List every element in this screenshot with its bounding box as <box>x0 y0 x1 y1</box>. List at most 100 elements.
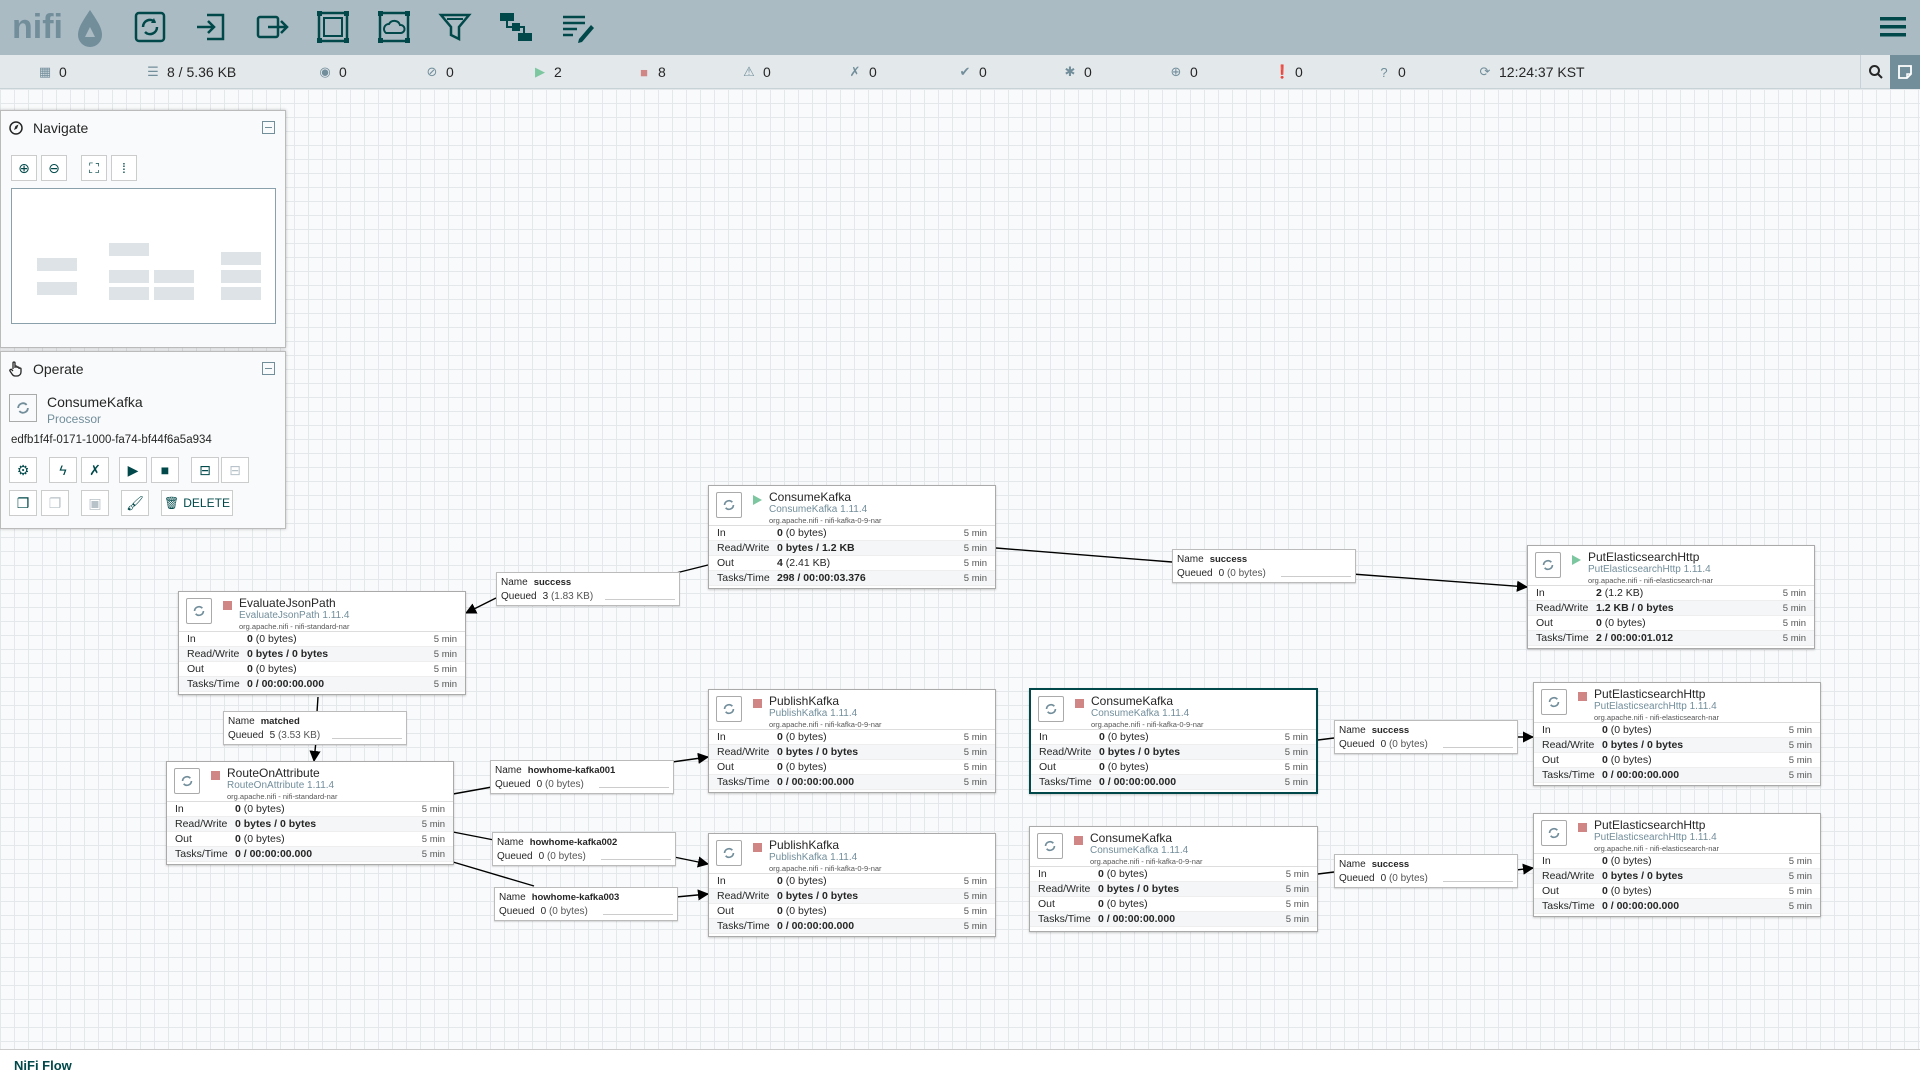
process-group-tool-button[interactable] <box>311 6 355 48</box>
copy-button[interactable]: ❐ <box>9 490 37 516</box>
birdseye-view[interactable] <box>11 188 276 324</box>
zoom-out-button[interactable]: ⊖ <box>41 155 67 181</box>
processor-bundle: org.apache.nifi - nifi-standard-nar <box>227 792 338 801</box>
processor-evaluatejsonpath[interactable]: EvaluateJsonPath EvaluateJsonPath 1.11.4… <box>178 591 466 695</box>
processor-header[interactable]: PublishKafka PublishKafka 1.11.4 org.apa… <box>709 834 995 874</box>
queue-bar <box>1443 881 1513 884</box>
queue-list-icon: ☰ <box>147 64 159 79</box>
queue-bar <box>603 914 673 917</box>
processor-header[interactable]: PutElasticsearchHttp PutElasticsearchHtt… <box>1534 814 1820 854</box>
processor-putelasticsearchhttp[interactable]: PutElasticsearchHttp PutElasticsearchHtt… <box>1527 545 1815 649</box>
fit-screen-button[interactable]: ⛶ <box>81 155 107 181</box>
refresh-icon[interactable]: ⟳ <box>1478 64 1492 80</box>
stat-readwrite-row: Read/Write 0 bytes / 0 bytes 5 min <box>1534 738 1820 753</box>
processor-header[interactable]: PutElasticsearchHttp PutElasticsearchHtt… <box>1534 683 1820 723</box>
start-button[interactable]: ▶ <box>119 457 147 483</box>
processor-bundle: org.apache.nifi - nifi-elasticsearch-nar <box>1588 576 1714 585</box>
disable-button[interactable]: ✗ <box>81 457 109 483</box>
input-port-tool-button[interactable] <box>189 6 233 48</box>
paste-button[interactable]: ❐ <box>41 490 69 516</box>
global-menu-button[interactable] <box>1878 12 1908 42</box>
processor-name: PublishKafka <box>769 694 840 708</box>
label-tool-button[interactable] <box>555 6 599 48</box>
processor-header[interactable]: ConsumeKafka ConsumeKafka 1.11.4 org.apa… <box>1030 827 1317 867</box>
connection-label[interactable]: Name success Queued 0 (0 bytes) <box>1334 720 1518 754</box>
processor-putelasticsearchhttp[interactable]: PutElasticsearchHttp PutElasticsearchHtt… <box>1533 682 1821 786</box>
navigate-header[interactable]: Navigate <box>1 111 285 145</box>
configure-button[interactable]: ⚙ <box>9 457 37 483</box>
enable-button[interactable]: ϟ <box>49 457 77 483</box>
processor-header[interactable]: ConsumeKafka ConsumeKafka 1.11.4 org.apa… <box>709 486 995 526</box>
processor-routeonattribute[interactable]: RouteOnAttribute RouteOnAttribute 1.11.4… <box>166 761 454 865</box>
processor-header[interactable]: ConsumeKafka ConsumeKafka 1.11.4 org.apa… <box>1031 690 1316 730</box>
processor-publishkafka[interactable]: PublishKafka PublishKafka 1.11.4 org.apa… <box>708 833 996 937</box>
stopped-status-icon <box>223 601 232 610</box>
delete-button[interactable]: 🗑 DELETE <box>161 490 233 516</box>
stat-tasks-row: Tasks/Time 298 / 00:00:03.376 5 min <box>709 571 995 586</box>
processor-header[interactable]: EvaluateJsonPath EvaluateJsonPath 1.11.4… <box>179 592 465 632</box>
change-color-button[interactable]: 🖌 <box>121 490 149 516</box>
connection-label[interactable]: Name howhome-kafka001 Queued 0 (0 bytes) <box>490 760 674 794</box>
connection-name-row: Name howhome-kafka003 <box>499 891 620 903</box>
upload-template-icon: ⊟ <box>229 461 241 478</box>
remote-process-group-tool-button[interactable] <box>372 6 416 48</box>
processor-header[interactable]: RouteOnAttribute RouteOnAttribute 1.11.4… <box>167 762 453 802</box>
processor-consumekafka[interactable]: ConsumeKafka ConsumeKafka 1.11.4 org.apa… <box>708 485 996 589</box>
actual-size-button[interactable]: ⁞ <box>111 155 137 181</box>
bulletin-board-button[interactable] <box>1890 55 1920 89</box>
search-button[interactable] <box>1860 55 1890 89</box>
processor-tool-button[interactable] <box>128 6 172 48</box>
breadcrumb-root[interactable]: NiFi Flow <box>14 1058 72 1073</box>
navigate-collapse-button[interactable] <box>262 121 275 134</box>
running-status-icon <box>753 495 762 505</box>
connection-name-row: Name howhome-kafka001 <box>495 764 616 776</box>
stopped-status-icon <box>1075 699 1084 708</box>
zoom-in-button[interactable]: ⊕ <box>11 155 37 181</box>
stat-tasks-row: Tasks/Time 0 / 00:00:00.000 5 min <box>1030 912 1317 927</box>
stat-out-row: Out 0 (0 bytes) 5 min <box>1031 760 1316 775</box>
processor-consumekafka[interactable]: ConsumeKafka ConsumeKafka 1.11.4 org.apa… <box>1029 826 1318 932</box>
funnel-tool-button[interactable] <box>433 6 477 48</box>
status-locally-modified-stale: ❗ 0 <box>1274 64 1303 80</box>
exclamation-circle-icon: ❗ <box>1274 64 1291 79</box>
output-port-icon <box>256 15 289 39</box>
group-button[interactable]: ▣ <box>81 490 109 516</box>
processor-name: RouteOnAttribute <box>227 766 320 780</box>
connection-label[interactable]: Name matched Queued 5 (3.53 KB) <box>223 711 407 745</box>
status-refresh[interactable]: ⟳ 12:24:37 KST <box>1478 55 1585 89</box>
processor-header[interactable]: PublishKafka PublishKafka 1.11.4 org.apa… <box>709 690 995 730</box>
group-icon: ▣ <box>88 494 102 511</box>
copy-icon: ❐ <box>16 494 30 511</box>
template-icon: ⊟ <box>199 461 211 478</box>
status-sync-failure: ? 0 <box>1377 55 1405 89</box>
operate-collapse-button[interactable] <box>262 362 275 375</box>
processor-publishkafka[interactable]: PublishKafka PublishKafka 1.11.4 org.apa… <box>708 689 996 793</box>
connection-name-row: Name matched <box>228 715 300 727</box>
operate-header[interactable]: Operate <box>1 352 285 386</box>
stopped-status-icon <box>1578 823 1587 832</box>
status-transmitting: ◉ 0 <box>319 64 347 80</box>
connection-label[interactable]: Name success Queued 0 (0 bytes) <box>1334 854 1518 888</box>
output-port-tool-button[interactable] <box>250 6 294 48</box>
processor-type: PublishKafka 1.11.4 <box>769 852 858 863</box>
connection-label[interactable]: Name howhome-kafka002 Queued 0 (0 bytes) <box>492 832 676 866</box>
stat-tasks-row: Tasks/Time 2 / 00:00:01.012 5 min <box>1528 631 1814 646</box>
stop-button[interactable]: ■ <box>151 457 179 483</box>
stat-readwrite-row: Read/Write 0 bytes / 0 bytes 5 min <box>1031 745 1316 760</box>
question-icon: ? <box>1380 64 1388 80</box>
connection-label[interactable]: Name howhome-kafka003 Queued 0 (0 bytes) <box>494 887 678 921</box>
processor-icon <box>174 768 200 794</box>
minimap-node <box>109 287 149 300</box>
connection-label[interactable]: Name success Queued 0 (0 bytes) <box>1172 549 1356 583</box>
create-template-button[interactable]: ⊟ <box>191 457 219 483</box>
status-not-transmitting: ⊘ 0 <box>426 64 454 80</box>
template-tool-button[interactable] <box>494 6 538 48</box>
lightning-icon: ϟ <box>59 462 67 478</box>
stat-out-row: Out 0 (0 bytes) 5 min <box>179 662 465 677</box>
upload-template-button[interactable]: ⊟ <box>221 457 249 483</box>
connection-label[interactable]: Name success Queued 3 (1.83 KB) <box>496 572 680 606</box>
processor-consumekafka[interactable]: ConsumeKafka ConsumeKafka 1.11.4 org.apa… <box>1029 688 1318 794</box>
processor-bundle: org.apache.nifi - nifi-elasticsearch-nar <box>1594 844 1720 853</box>
processor-putelasticsearchhttp[interactable]: PutElasticsearchHttp PutElasticsearchHtt… <box>1533 813 1821 917</box>
processor-header[interactable]: PutElasticsearchHttp PutElasticsearchHtt… <box>1528 546 1814 586</box>
